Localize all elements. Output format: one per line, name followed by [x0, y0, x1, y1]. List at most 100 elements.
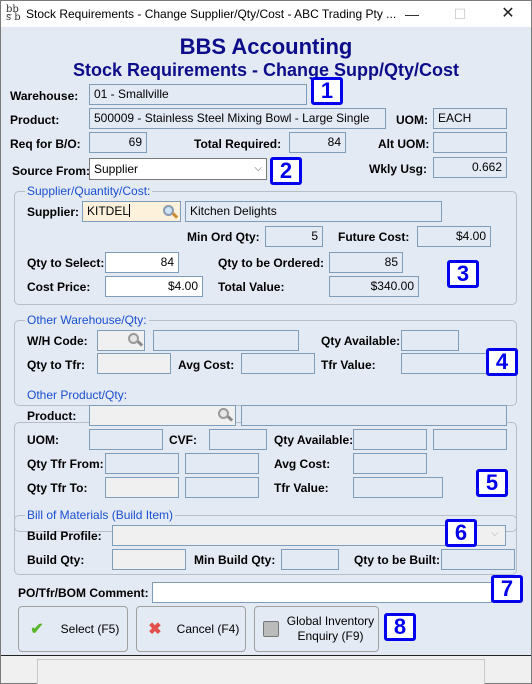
min-build-qty-label: Min Build Qty: — [194, 553, 276, 567]
qty-tfr-to-label: Qty Tfr To: — [27, 481, 88, 495]
close-button[interactable]: ✕ — [485, 1, 531, 27]
uom-label: UOM: — [396, 113, 428, 127]
warehouse-label: Warehouse: — [10, 89, 79, 103]
title-bar: b̲b s b Stock Requirements - Change Suppl… — [1, 1, 531, 27]
maximize-button[interactable]: ☐ — [437, 1, 483, 27]
callout-badge-4: 4 — [486, 348, 518, 376]
cvf-label: CVF: — [169, 433, 197, 447]
product-field: 500009 - Stainless Steel Mixing Bowl - L… — [89, 108, 386, 129]
build-qty-input[interactable] — [112, 549, 186, 570]
cancel-x-icon: ✖ — [148, 621, 162, 638]
qty-to-select-input[interactable]: 84 — [105, 252, 179, 273]
min-build-qty-field — [281, 549, 339, 570]
cost-price-input[interactable]: $4.00 — [105, 276, 203, 297]
source-from-value: Supplier — [94, 162, 139, 176]
callout-badge-6: 6 — [445, 519, 477, 547]
op-avg-cost-label: Avg Cost: — [274, 457, 331, 471]
future-cost-field: $4.00 — [417, 226, 491, 247]
supplier-name-field: Kitchen Delights — [185, 201, 442, 222]
callout-badge-2: 2 — [270, 157, 302, 185]
wh-avg-cost-field — [241, 353, 315, 374]
supplier-code-value: KITDEL — [87, 204, 130, 218]
qty-tfr-from-field-2 — [185, 453, 259, 474]
min-ord-qty-label: Min Ord Qty: — [187, 230, 260, 244]
select-button-label: Select (F5) — [60, 621, 120, 636]
comment-input[interactable] — [152, 582, 492, 603]
qty-to-be-built-field — [441, 549, 515, 570]
wh-tfr-value-field — [401, 353, 489, 374]
qty-to-tfr-input[interactable] — [97, 353, 171, 374]
wkly-usg-label: Wkly Usg: — [369, 162, 428, 176]
form-body: BBS Accounting Stock Requirements - Chan… — [1, 27, 531, 655]
build-qty-label: Build Qty: — [27, 553, 85, 567]
wkly-usg-field: 0.662 — [433, 157, 507, 178]
wh-tfr-value-label: Tfr Value: — [321, 358, 376, 372]
minimize-button[interactable]: — — [389, 1, 435, 27]
callout-badge-8: 8 — [384, 613, 416, 641]
wh-avg-cost-label: Avg Cost: — [178, 358, 235, 372]
total-required-field: 84 — [289, 132, 346, 153]
status-bar — [1, 655, 531, 684]
callout-badge-3: 3 — [447, 260, 479, 288]
op-avg-cost-field — [353, 453, 427, 474]
cost-price-label: Cost Price: — [27, 280, 91, 294]
wh-code-label: W/H Code: — [27, 334, 88, 348]
min-ord-qty-field: 5 — [265, 226, 323, 247]
cvf-field — [209, 429, 267, 450]
cancel-button-label: Cancel (F4) — [176, 621, 240, 636]
warehouse-search-icon[interactable] — [127, 332, 144, 348]
product-search-icon[interactable] — [217, 407, 234, 423]
cancel-button[interactable]: ✖ Cancel (F4) — [136, 606, 246, 652]
op-product-label: Product: — [27, 409, 77, 423]
warehouse-field: 01 - Smallville — [89, 84, 307, 105]
total-required-label: Total Required: — [194, 137, 282, 151]
wh-qty-available-field — [401, 330, 459, 351]
other-warehouse-group-title: Other Warehouse/Qty: — [25, 313, 149, 327]
op-tfr-value-field — [353, 477, 443, 498]
qty-tfr-from-label: Qty Tfr From: — [27, 457, 104, 471]
req-bo-field: 69 — [89, 132, 147, 153]
global-inventory-label-line1: Global Inventory — [286, 614, 375, 628]
op-tfr-value-label: Tfr Value: — [274, 481, 329, 495]
supplier-search-icon[interactable] — [162, 204, 179, 220]
checkmark-icon: ✔ — [30, 621, 44, 638]
select-button[interactable]: ✔ Select (F5) — [18, 606, 128, 652]
req-bo-label: Req for B/O: — [10, 137, 81, 151]
qty-to-select-label: Qty to Select: — [27, 256, 105, 270]
op-product-input[interactable] — [89, 405, 236, 426]
page-title: Stock Requirements - Change Supp/Qty/Cos… — [72, 60, 460, 80]
callout-badge-1: 1 — [311, 77, 343, 105]
product-label: Product: — [10, 113, 60, 127]
cabinet-icon — [263, 621, 279, 637]
qty-to-be-built-label: Qty to be Built: — [354, 553, 440, 567]
chevron-down-icon: ⌵ — [254, 163, 262, 174]
wh-qty-available-label: Qty Available: — [321, 334, 401, 348]
future-cost-label: Future Cost: — [338, 230, 410, 244]
total-value-label: Total Value: — [218, 280, 285, 294]
company-heading: BBS Accounting — [179, 34, 353, 59]
source-from-dropdown[interactable]: Supplier ⌵ — [89, 158, 267, 180]
op-uom-field — [89, 429, 163, 450]
qty-tfr-from-field-1 — [105, 453, 179, 474]
bom-group-title: Bill of Materials (Build Item) — [25, 508, 176, 522]
supplier-group-title: Supplier/Quantity/Cost: — [25, 184, 153, 198]
bbs-logo-icon: b̲b s b — [6, 4, 21, 23]
supplier-label: Supplier: — [27, 205, 80, 219]
global-inventory-enquiry-button[interactable]: Global Inventory Enquiry (F9) — [254, 606, 379, 652]
other-product-group-title: Other Product/Qty: — [25, 388, 130, 402]
global-inventory-enquiry-label: Global Inventory Enquiry (F9) — [283, 607, 378, 651]
callout-badge-7: 7 — [491, 575, 523, 603]
qty-to-be-ordered-label: Qty to be Ordered: — [218, 256, 325, 270]
text-caret — [129, 204, 131, 217]
source-from-label: Source From: — [12, 164, 91, 178]
alt-uom-field — [433, 132, 507, 153]
qty-to-tfr-label: Qty to Tfr: — [27, 358, 85, 372]
qty-tfr-to-input[interactable] — [105, 477, 179, 498]
op-qty-available-label: Qty Available: — [274, 433, 354, 447]
callout-badge-5: 5 — [476, 469, 508, 497]
op-uom-label: UOM: — [27, 433, 59, 447]
wh-name-field — [153, 330, 299, 351]
window-title: Stock Requirements - Change Supplier/Qty… — [26, 7, 397, 21]
op-qty-available-field-1 — [353, 429, 427, 450]
qty-to-be-ordered-field: 85 — [329, 252, 403, 273]
